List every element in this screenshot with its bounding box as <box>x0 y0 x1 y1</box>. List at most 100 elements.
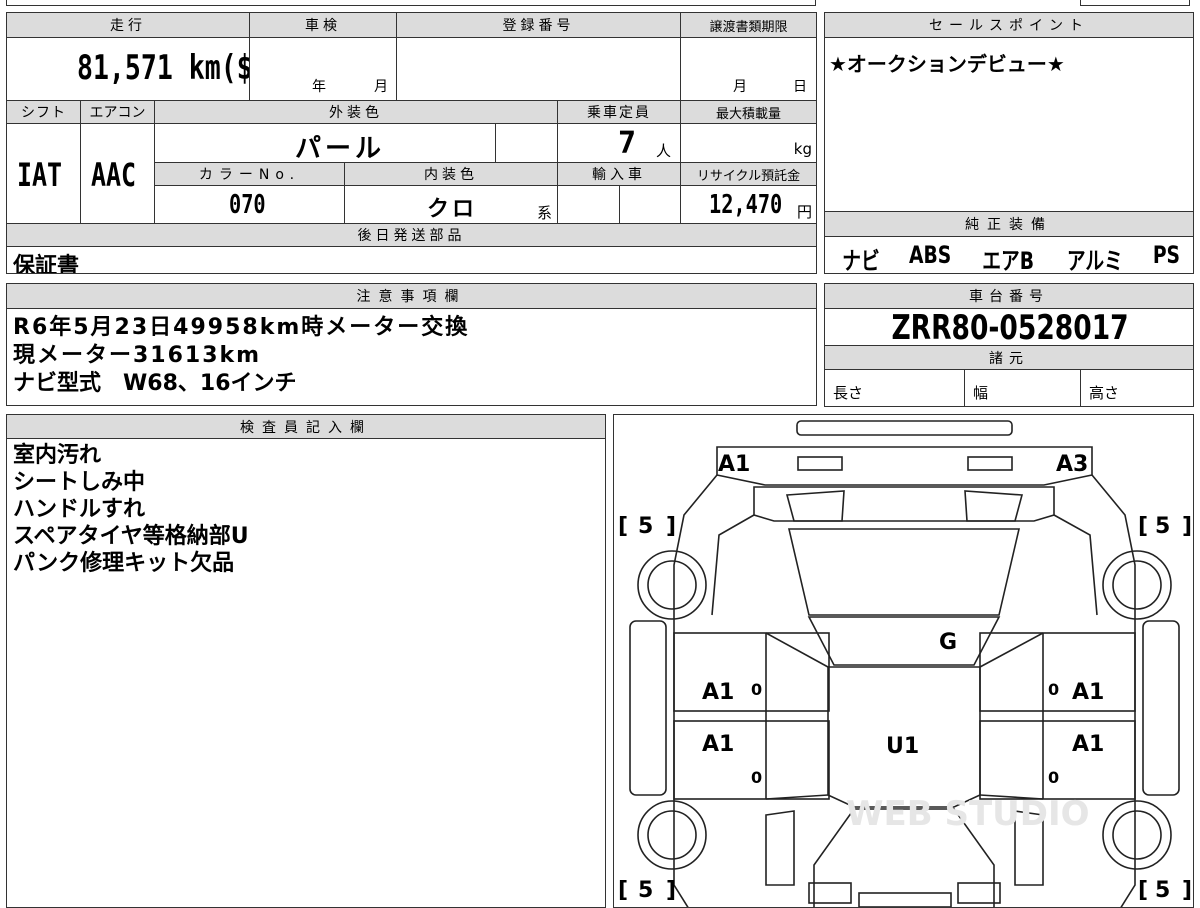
tire-front-right-bracket-close: ] <box>1182 514 1192 539</box>
code-left-rear-door-zero: 0 <box>751 768 762 787</box>
max-load-cell: kg <box>680 123 817 163</box>
notes-header: 注意事項欄 <box>6 283 817 309</box>
left-rear-door-shape <box>673 720 830 800</box>
equipment-item: ナビ <box>842 247 880 274</box>
inspector-line-5: パンク修理キット欠品 <box>13 551 235 576</box>
inspector-header: 検査員記入欄 <box>6 414 606 439</box>
code-windshield: G <box>939 630 957 655</box>
windshield-shape <box>787 528 1021 616</box>
right-a-pillar <box>979 632 1044 668</box>
sales-points-header: セールスポイント <box>824 12 1194 38</box>
rear-right-wheel-inner <box>1112 810 1162 860</box>
max-load-header: 最大積載量 <box>680 100 817 124</box>
tire-rear-right-bracket-close: ] <box>1182 878 1192 903</box>
recycle-header: リサイクル預託金 <box>680 162 817 186</box>
shift-header: シフト <box>6 100 81 124</box>
notes-cell: R6年5月23日49958km時メーター交換 現メーター31613km ナビ型式… <box>6 308 817 406</box>
dimensions-height-cell: 高さ <box>1080 369 1194 407</box>
top-clipped-strip-right <box>1080 0 1190 6</box>
code-front-left: A1 <box>718 452 750 477</box>
capacity-cell: 7 人 <box>557 123 681 163</box>
inspection-cell: 年 月 <box>249 37 397 101</box>
code-left-front-door-zero: 0 <box>751 680 762 699</box>
left-front-door-shape <box>673 632 830 712</box>
ac-header: エアコン <box>80 100 155 124</box>
capacity-value: 7 <box>618 126 637 161</box>
exterior-color-header: 外装色 <box>154 100 558 124</box>
car-diagram-panel: A1 A3 G A1 A1 A1 A1 U1 0 0 0 0 [ 5 ] [ 5… <box>613 414 1194 908</box>
import-cell-left <box>557 185 620 224</box>
mileage-value: 81,571 km($) <box>77 48 250 88</box>
car-diagram: A1 A3 G A1 A1 A1 A1 U1 0 0 0 0 [ 5 ] [ 5… <box>618 420 1192 907</box>
right-side-step-shape <box>1142 620 1180 796</box>
code-right-front-door: A1 <box>1072 680 1104 705</box>
rear-left-wheel-inner <box>647 810 697 860</box>
code-right-front-door-zero: 0 <box>1048 680 1059 699</box>
rear-bumper-shape <box>858 892 952 907</box>
notes-line-3: ナビ型式 W68、16インチ <box>13 371 297 396</box>
notes-line-1: R6年5月23日49958km時メーター交換 <box>13 315 470 340</box>
recycle-value: 12,470 <box>709 190 783 220</box>
equipment-item: ABS <box>908 241 952 269</box>
front-spoiler-shape <box>796 420 1013 436</box>
chassis-cell: ZRR80-0528017 <box>824 308 1194 346</box>
dimensions-length-cell: 長さ <box>824 369 965 407</box>
exterior-color-extra-cell <box>495 123 558 163</box>
tire-rear-left-bracket-open: [ <box>618 878 628 903</box>
chassis-value: ZRR80-0528017 <box>891 308 1129 346</box>
code-left-front-door: A1 <box>702 680 734 705</box>
right-fender-line <box>1053 514 1098 616</box>
interior-color-cell: クロ 系 <box>344 185 558 224</box>
recycle-unit: 円 <box>797 203 813 221</box>
inspector-line-3: ハンドルすれ <box>13 497 146 522</box>
ac-cell: AAC <box>80 123 155 224</box>
left-side-step-shape <box>629 620 667 796</box>
sales-points-text: ★オークションデビュー★ <box>829 52 1065 76</box>
front-right-wheel-inner <box>1112 560 1162 610</box>
import-cell-right <box>619 185 681 224</box>
right-headlight-shape <box>967 456 1013 471</box>
tire-front-right-bracket-open: [ <box>1138 514 1148 539</box>
inspection-year-unit: 年 <box>312 79 326 95</box>
later-parts-header: 後日発送部品 <box>6 223 817 247</box>
later-parts-cell: 保証書 <box>6 246 817 274</box>
equipment-cell: ナビ ABS エアB アルミ PS PW <box>824 236 1194 274</box>
shift-cell: IAT <box>6 123 81 224</box>
inspector-line-2: シートしみ中 <box>13 470 146 495</box>
exterior-color-value: パール <box>295 134 386 163</box>
mileage-header: 走行 <box>6 12 250 38</box>
watermark-text: WEB STUDIO <box>846 794 1090 834</box>
left-headlight-shape <box>797 456 843 471</box>
top-clipped-strip <box>6 0 816 6</box>
registration-cell <box>396 37 681 101</box>
shift-value: IAT <box>17 156 63 194</box>
equipment-item: エアB <box>982 247 1035 274</box>
chassis-header: 車台番号 <box>824 283 1194 309</box>
transfer-deadline-cell: 月 日 <box>680 37 817 101</box>
later-parts-value: 保証書 <box>13 254 80 274</box>
interior-color-header: 内装色 <box>344 162 558 186</box>
color-no-header: カラーNo. <box>154 162 345 186</box>
tire-rear-left-bracket-close: ] <box>666 878 676 903</box>
capacity-header: 乗車定員 <box>557 100 681 124</box>
color-no-value: 070 <box>229 190 266 220</box>
inspection-month-unit: 月 <box>374 79 388 95</box>
code-right-rear-door-zero: 0 <box>1048 768 1059 787</box>
color-no-cell: 070 <box>154 185 345 224</box>
code-roof: U1 <box>886 734 919 759</box>
left-wiper-shape <box>785 490 845 522</box>
tire-rear-left-value: 5 <box>638 878 653 903</box>
code-right-rear-door: A1 <box>1072 732 1104 757</box>
left-rear-quarter-shape <box>765 810 795 886</box>
mileage-cell: 81,571 km($) <box>6 37 250 101</box>
right-wiper-shape <box>964 490 1024 522</box>
dimensions-header: 諸元 <box>824 345 1194 370</box>
left-fender-line <box>711 514 755 616</box>
front-left-wheel-inner <box>647 560 697 610</box>
vehicle-spec-table: 走行 車検 登録番号 譲渡書類期限 81,571 km($) 年 月 月 日 シ… <box>6 12 817 274</box>
front-roof-shape <box>807 616 1001 666</box>
inspector-cell: 室内汚れ シートしみ中 ハンドルすれ スペアタイヤ等格納部U パンク修理キット欠… <box>6 438 606 908</box>
dimensions-width-cell: 幅 <box>964 369 1081 407</box>
left-a-pillar <box>765 632 829 668</box>
inspection-header: 車検 <box>249 12 397 38</box>
